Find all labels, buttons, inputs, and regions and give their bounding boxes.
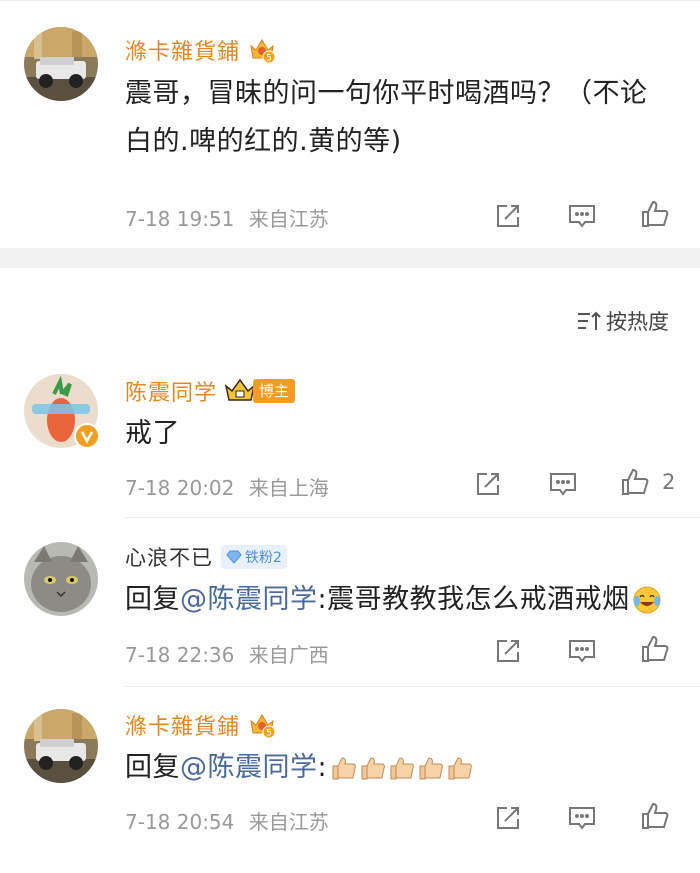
username-row: 心浪不已 铁粉2	[125, 542, 287, 572]
like-icon[interactable]	[640, 634, 670, 664]
like-button[interactable]: 2	[620, 467, 675, 497]
svg-text:5: 5	[266, 729, 272, 739]
comment-time: 7-18 19:51	[125, 207, 235, 231]
svg-text:5: 5	[266, 54, 272, 64]
avatar[interactable]	[24, 27, 98, 101]
mention-link[interactable]: @陈震同学	[180, 744, 318, 792]
username-row: 滌卡雜貨鋪 5	[125, 34, 276, 66]
diamond-icon	[226, 549, 242, 565]
sort-label: 按热度	[606, 310, 669, 334]
avatar[interactable]	[24, 709, 98, 783]
comment-text: 戒了	[125, 418, 180, 449]
reply-text: 回复 @陈震同学 :震哥教教我怎么戒酒戒烟	[125, 576, 662, 624]
reply-time: 7-18 20:54	[125, 810, 235, 834]
verified-icon	[74, 423, 100, 453]
share-icon[interactable]	[493, 636, 523, 666]
share-icon[interactable]	[493, 201, 523, 231]
thumbs-up-emoji	[358, 754, 387, 782]
username[interactable]: 滌卡雜貨鋪	[125, 34, 240, 66]
comment-icon[interactable]	[567, 636, 597, 666]
share-icon[interactable]	[473, 469, 503, 499]
like-icon	[620, 467, 650, 497]
comment-item: 滌卡雜貨鋪 5 震哥，冒昧的问一句你平时喝酒吗？（不论 白的.啤的红的.黄的等)…	[0, 0, 700, 248]
crown-badge-icon: 5	[248, 711, 276, 739]
reply-divider	[125, 686, 700, 687]
share-icon[interactable]	[493, 803, 523, 833]
blogger-badge-label: 博主	[253, 379, 296, 403]
sort-control[interactable]: 按热度	[576, 306, 669, 336]
comment-icon[interactable]	[548, 469, 578, 499]
username-row: 滌卡雜貨鋪 5	[125, 709, 276, 741]
mention-link[interactable]: @陈震同学	[180, 576, 318, 624]
section-separator	[0, 248, 700, 268]
sort-icon	[576, 310, 602, 332]
crown-badge-icon	[223, 377, 257, 405]
comment-location: 来自上海	[248, 476, 329, 500]
thumbs-up-emoji	[416, 754, 445, 782]
comment-item: 陈震同学 博主 戒了 7-18 20:02 来自上海 2	[0, 360, 700, 510]
comment-time: 7-18 20:02	[125, 476, 235, 500]
comment-meta: 7-18 19:51 来自江苏	[125, 203, 329, 232]
username[interactable]: 陈震同学	[125, 375, 217, 407]
thumbs-up-emoji	[387, 754, 416, 782]
laugh-cry-emoji	[632, 585, 662, 615]
reply-divider	[125, 517, 700, 518]
reply-meta: 7-18 22:36 来自广西	[125, 639, 329, 668]
fan-badge: 铁粉2	[221, 545, 287, 569]
reply-location: 来自江苏	[248, 810, 329, 834]
reply-prefix: 回复	[125, 584, 180, 615]
username-row: 陈震同学 博主	[125, 375, 296, 407]
comment-text: 震哥，冒昧的问一句你平时喝酒吗？（不论 白的.啤的红的.黄的等)	[125, 70, 685, 166]
comment-meta: 7-18 20:02 来自上海	[125, 472, 329, 501]
comment-location: 来自江苏	[248, 207, 329, 231]
blogger-badge: 博主	[223, 377, 296, 405]
like-icon[interactable]	[640, 199, 670, 229]
reply-prefix: 回复	[125, 752, 180, 783]
reply-body: :震哥教教我怎么戒酒戒烟	[317, 584, 630, 615]
reply-item: 心浪不已 铁粉2 回复 @陈震同学 :震哥教教我怎么戒酒戒烟 7-18 22:3…	[0, 530, 700, 680]
reply-body: :	[317, 752, 328, 783]
crown-badge-icon: 5	[248, 36, 276, 64]
username[interactable]: 心浪不已	[125, 542, 213, 572]
reply-location: 来自广西	[248, 643, 329, 667]
thumbs-up-emoji-row	[329, 754, 474, 782]
reply-item: 滌卡雜貨鋪 5 回复 @陈震同学 : 7-18 20:54 来自江苏	[0, 700, 700, 873]
reply-text: 回复 @陈震同学 :	[125, 744, 474, 792]
like-count: 2	[662, 470, 676, 494]
reply-meta: 7-18 20:54 来自江苏	[125, 806, 329, 835]
comment-icon[interactable]	[567, 803, 597, 833]
avatar[interactable]	[24, 542, 98, 616]
fan-badge-label: 铁粉2	[245, 550, 282, 566]
comment-icon[interactable]	[567, 201, 597, 231]
like-icon[interactable]	[640, 801, 670, 831]
comment-text-line2: 白的.啤的红的.黄的等)	[125, 126, 402, 157]
reply-time: 7-18 22:36	[125, 643, 235, 667]
thumbs-up-emoji	[445, 754, 474, 782]
comment-text-line1: 震哥，冒昧的问一句你平时喝酒吗？（不论	[125, 78, 648, 109]
thumbs-up-emoji	[329, 754, 358, 782]
username[interactable]: 滌卡雜貨鋪	[125, 709, 240, 741]
